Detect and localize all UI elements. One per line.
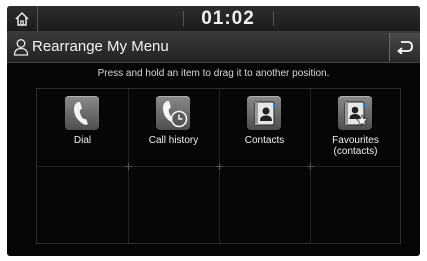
- phone-icon: [74, 102, 88, 125]
- status-separator: [183, 11, 184, 26]
- home-icon: [15, 11, 29, 26]
- dial-tile: [65, 96, 99, 130]
- head-unit-screen: 01:02 Rearrange My Menu Press and hold a…: [7, 6, 420, 256]
- menu-grid: Dial Call history Contacts Favourites (c…: [36, 88, 401, 244]
- home-button[interactable]: [7, 6, 38, 31]
- back-arrow-icon: [397, 41, 413, 54]
- page-title: Rearrange My Menu: [32, 38, 169, 55]
- menu-item-favourite-contacts[interactable]: Favourites (contacts): [310, 89, 401, 166]
- call-history-tile: [156, 96, 190, 130]
- call-history-icon: [163, 101, 188, 128]
- menu-item-label-line: (contacts): [333, 146, 378, 157]
- menu-item-label: Dial: [73, 135, 92, 146]
- menu-item-call-history[interactable]: Call history: [128, 89, 219, 166]
- favourite-contacts-tile: [338, 96, 372, 130]
- instruction-text: Press and hold an item to drag it to ano…: [97, 68, 330, 79]
- status-separator: [273, 11, 274, 26]
- user-icon: [13, 39, 29, 56]
- contacts-icon: [254, 101, 276, 126]
- menu-item-label: Call history: [148, 135, 199, 146]
- clock: 01:02: [201, 8, 255, 29]
- contacts-tile: [247, 96, 281, 130]
- menu-item-label-line: Favourites: [332, 135, 379, 146]
- title-bar: Rearrange My Menu: [7, 32, 420, 63]
- menu-item-label: Contacts: [244, 135, 285, 146]
- menu-item-label: Favourites (contacts): [310, 135, 401, 157]
- back-button[interactable]: [389, 33, 420, 61]
- favourite-contacts-icon: [344, 101, 369, 127]
- menu-item-contacts[interactable]: Contacts: [219, 89, 310, 166]
- status-bar: 01:02: [7, 6, 420, 32]
- menu-item-dial[interactable]: Dial: [37, 89, 128, 166]
